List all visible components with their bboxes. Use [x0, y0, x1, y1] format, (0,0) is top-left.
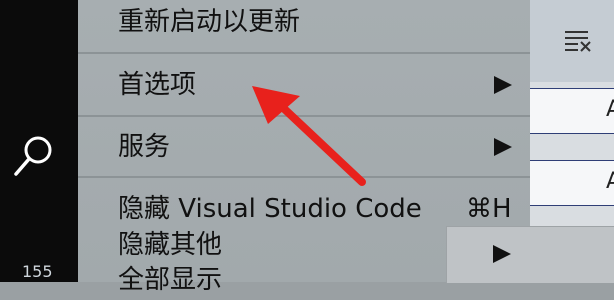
list-item-text: A	[606, 169, 614, 194]
menu-item-label: 隐藏 Visual Studio Code	[118, 194, 422, 224]
submenu-arrow-icon	[493, 245, 511, 263]
menu-divider	[78, 52, 530, 54]
right-toolbar	[530, 0, 614, 82]
submenu-arrow-icon	[494, 76, 512, 94]
menu-divider	[78, 115, 530, 117]
clear-list-icon[interactable]	[564, 28, 592, 52]
submenu-arrow-icon	[494, 138, 512, 156]
menu-divider	[78, 176, 530, 178]
menu-shortcut-label: ⌘H	[466, 194, 512, 224]
menu-item-label: 隐藏其他	[118, 230, 223, 260]
menu-item-restart-to-update[interactable]: 重新启动以更新	[78, 2, 530, 42]
menu-item-label: 首选项	[118, 70, 197, 100]
activity-badge: 155	[22, 262, 53, 281]
list-item[interactable]: A	[530, 160, 614, 206]
search-icon[interactable]	[10, 130, 60, 180]
menu-item-preferences[interactable]: 首选项	[78, 65, 530, 105]
list-item[interactable]: A	[530, 88, 614, 134]
activity-bar: 155	[0, 0, 78, 282]
menu-item-label: 服务	[118, 132, 171, 162]
menu-item-label: 重新启动以更新	[118, 7, 301, 37]
list-item-text: A	[606, 97, 614, 122]
submenu-fragment	[446, 226, 614, 283]
menu-item-services[interactable]: 服务	[78, 127, 530, 167]
menu-item-hide-vscode[interactable]: 隐藏 Visual Studio Code	[78, 189, 530, 229]
menu-item-label: 全部显示	[118, 265, 223, 295]
